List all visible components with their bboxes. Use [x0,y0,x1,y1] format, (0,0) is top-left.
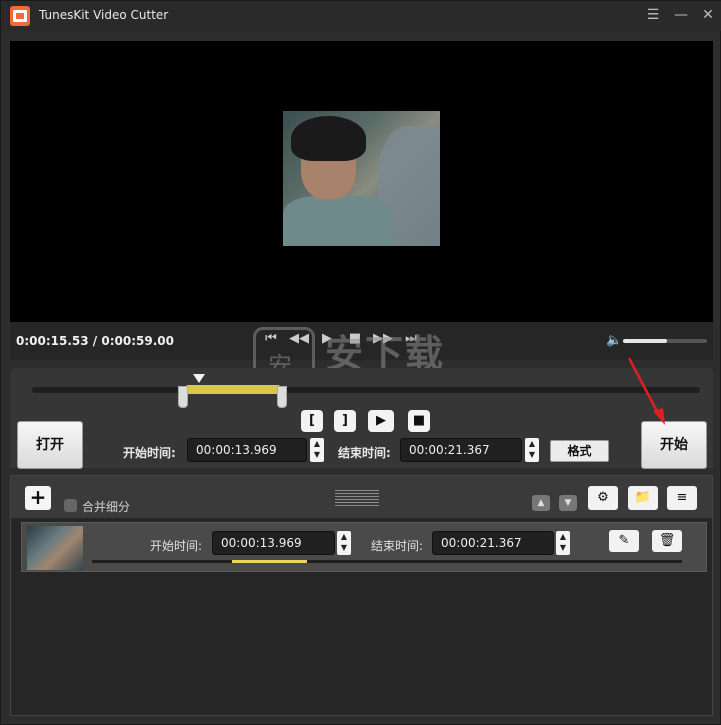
mark-out-button[interactable]: ] [334,410,356,432]
effects-icon[interactable]: ⚙ [588,486,618,510]
forward-icon[interactable]: ⏭ [400,329,422,349]
resize-grip-icon[interactable] [335,490,379,506]
task-list-icon[interactable]: ≡ [667,486,697,510]
segment-start-stepper[interactable]: ▲ ▼ [337,531,351,555]
stop-icon[interactable]: ■ [344,329,366,349]
volume-icon[interactable]: 🔈 [606,333,622,348]
end-time-stepper[interactable]: ▲ ▼ [525,438,539,462]
play-icon[interactable]: ▶ [316,329,338,349]
title-bar: TunesKit Video Cutter ☰ — ✕ [1,1,721,31]
delete-segment-icon[interactable]: 🗑 [652,530,682,552]
add-segment-button[interactable]: + [25,486,51,510]
end-time-label: 结束时间: [338,446,391,460]
end-time-input[interactable]: 00:00:21.367 [400,438,522,462]
preview-play-button[interactable]: ▶ [368,410,394,432]
menu-icon[interactable]: ☰ [644,6,662,24]
segment-row[interactable]: 开始时间: 00:00:13.969 ▲ ▼ 结束时间: 00:00:21.367… [21,522,707,572]
playhead-marker[interactable] [193,374,205,383]
volume-slider[interactable] [623,339,707,343]
segment-end-label: 结束时间: [371,539,424,553]
preview-stop-button[interactable]: ■ [408,410,430,432]
prev-frame-icon[interactable]: ⏮ [260,329,282,349]
rewind-icon[interactable]: ◀◀ [288,329,310,349]
window-title: TunesKit Video Cutter [39,8,169,22]
merge-segments-label: 合并细分 [82,500,131,514]
close-icon[interactable]: ✕ [699,6,717,24]
segment-start-label: 开始时间: [150,539,203,553]
player-control-bar: 0:00:15.53 / 0:00:59.00 ⏮ ◀◀ ▶ ■ ▶▶ ⏭ 🔈 [10,322,713,360]
time-display: 0:00:15.53 / 0:00:59.00 [16,334,174,348]
timeline-selection[interactable] [186,385,280,394]
output-folder-icon[interactable]: 📁 [628,486,658,510]
next-frame-icon[interactable]: ▶▶ [372,329,394,349]
start-time-label: 开始时间: [123,446,176,460]
edit-segment-icon[interactable]: ✎ [609,530,639,552]
selection-start-handle[interactable] [178,386,188,408]
segment-start-input[interactable]: 00:00:13.969 [212,531,335,555]
segment-track [92,560,682,563]
playback-controls: ⏮ ◀◀ ▶ ■ ▶▶ ⏭ [260,327,460,351]
video-preview[interactable] [10,41,713,322]
minimize-icon[interactable]: — [672,6,690,24]
segment-list-panel: + 合并细分 ▲ ▼ ⚙ 📁 ≡ 开始时间: 00:00:13.969 ▲ ▼ 结… [10,475,713,716]
edit-panel: [ ] ▶ ■ 打开 开始 开始时间: 00:00:13.969 ▲ ▼ 结束时间… [10,368,713,469]
merge-checkbox[interactable] [64,499,77,512]
segment-end-input[interactable]: 00:00:21.367 [432,531,554,555]
start-time-stepper[interactable]: ▲ ▼ [310,438,324,462]
format-button[interactable]: 格式 [550,440,609,462]
segment-list-header: + 合并细分 ▲ ▼ ⚙ 📁 ≡ [11,476,712,518]
start-time-input[interactable]: 00:00:13.969 [187,438,307,462]
start-button[interactable]: 开始 [641,421,707,469]
mark-in-button[interactable]: [ [301,410,323,432]
timeline-track[interactable] [32,387,700,393]
volume-level [623,339,667,343]
open-button[interactable]: 打开 [17,421,83,469]
segment-end-stepper[interactable]: ▲ ▼ [556,531,570,555]
segment-thumbnail [27,526,83,570]
video-frame [283,111,440,246]
move-down-icon[interactable]: ▼ [559,495,577,511]
selection-end-handle[interactable] [277,386,287,408]
app-logo-icon [10,6,30,26]
segment-range [232,560,307,563]
app-window: TunesKit Video Cutter ☰ — ✕ 0:00:15.53 /… [0,0,721,725]
move-up-icon[interactable]: ▲ [532,495,550,511]
